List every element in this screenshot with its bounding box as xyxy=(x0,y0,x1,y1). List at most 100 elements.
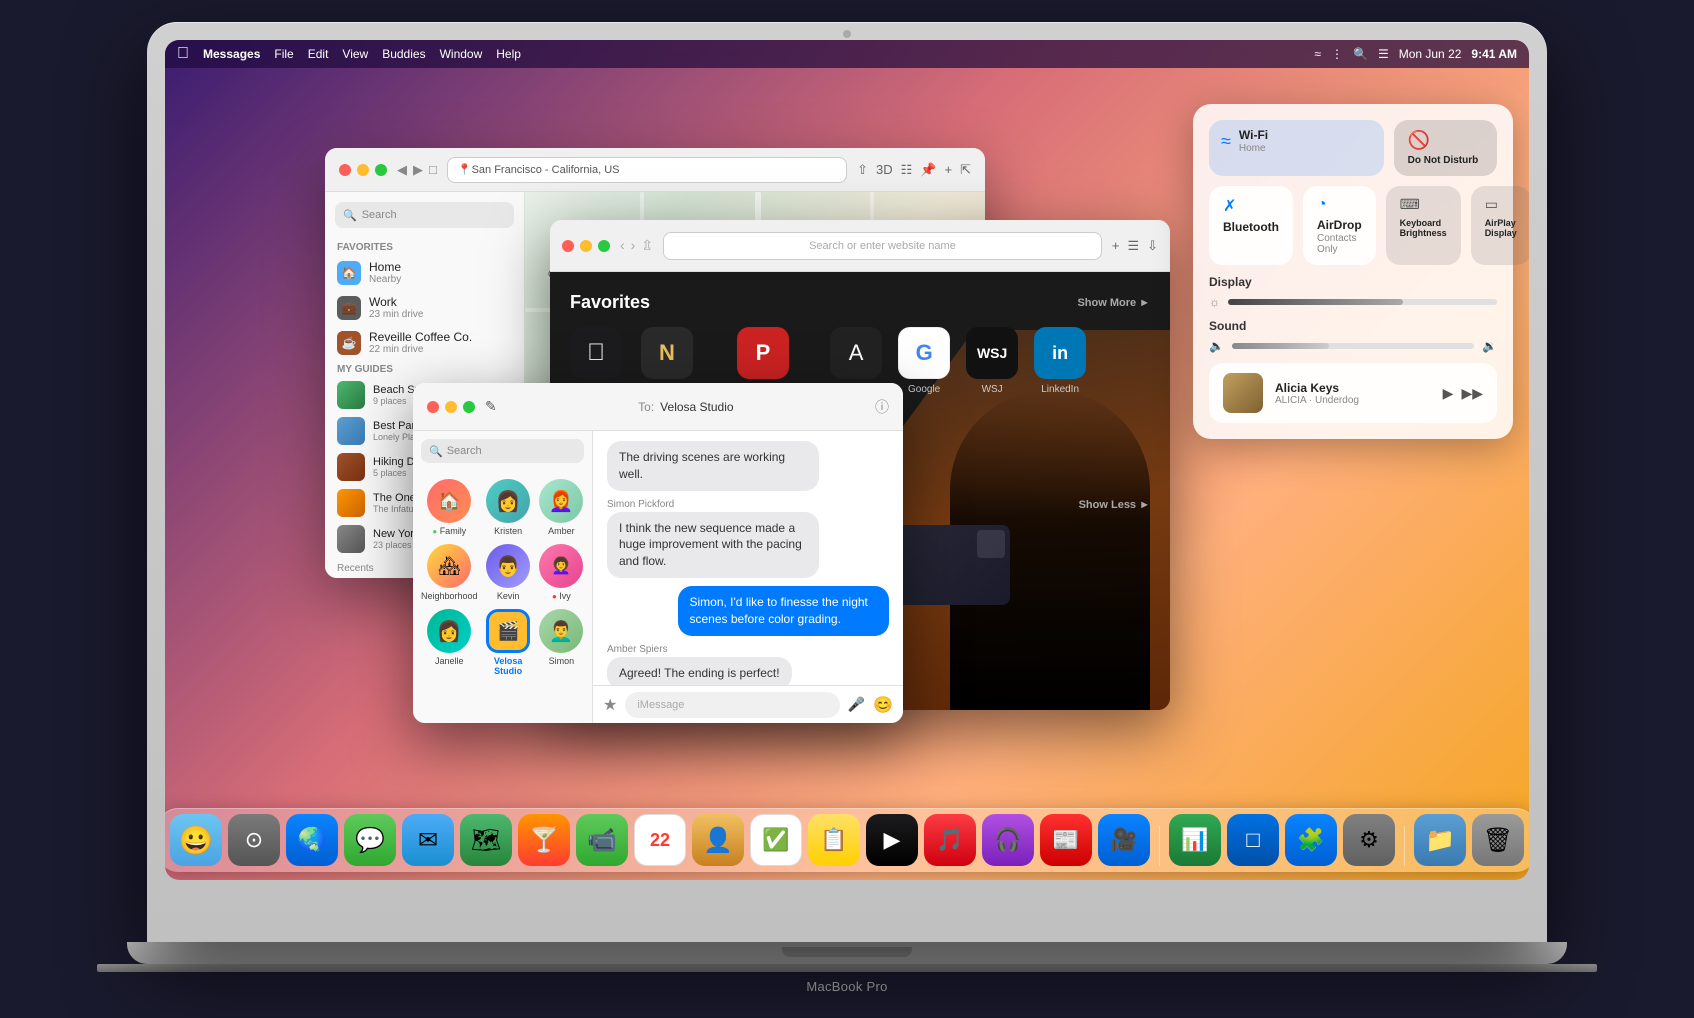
maximize-button[interactable] xyxy=(375,164,387,176)
fav-linkedin[interactable]: in LinkedIn xyxy=(1034,327,1086,395)
maps-add-icon[interactable]: + xyxy=(945,162,953,178)
menu-window[interactable]: Window xyxy=(440,47,483,61)
contact-kristen[interactable]: 👩 Kristen xyxy=(486,479,531,536)
cc-airplay-tile[interactable]: ▭ AirPlay Display xyxy=(1471,186,1529,265)
maps-home-name: Home xyxy=(369,260,401,274)
menu-file[interactable]: File xyxy=(274,47,293,61)
dock-messages[interactable]: 💬 xyxy=(344,814,396,866)
messages-minimize[interactable] xyxy=(445,401,457,413)
chat-audio-icon[interactable]: 🎤 xyxy=(848,696,865,713)
contact-ivy[interactable]: 👩‍🦱 ♥ ● Ivy xyxy=(539,544,584,601)
dock-clips[interactable]: 🎥 xyxy=(1098,814,1150,866)
messages-compose-icon[interactable]: ✎ xyxy=(485,398,497,415)
dock-appstore[interactable]: 🧩 xyxy=(1285,814,1337,866)
chat-emoji-icon[interactable]: 😊 xyxy=(873,695,893,715)
minimize-button[interactable] xyxy=(357,164,369,176)
dock-keynote[interactable]: □ xyxy=(1227,814,1279,866)
safari-show-more[interactable]: Show More ► xyxy=(1077,292,1150,313)
messages-search-bar[interactable]: 🔍 Search xyxy=(421,439,584,463)
cc-airdrop-tile[interactable]: ◔ AirDrop Contacts Only xyxy=(1303,186,1376,265)
contact-kevin[interactable]: 👨 Kevin xyxy=(486,544,531,601)
maps-search-input[interactable]: 🔍 Search xyxy=(335,202,514,228)
menu-view[interactable]: View xyxy=(342,47,368,61)
messages-maximize[interactable] xyxy=(463,401,475,413)
contact-velosa-selected[interactable]: 🎬 Velosa Studio xyxy=(486,609,531,676)
dock-podcasts[interactable]: 🎧 xyxy=(982,814,1034,866)
dock-launchpad[interactable]: ⊙ xyxy=(228,814,280,866)
safari-back-icon[interactable]: ‹ xyxy=(620,237,625,254)
dock-finder[interactable]: 😀 xyxy=(170,814,222,866)
messages-close[interactable] xyxy=(427,401,439,413)
now-playing-play-icon[interactable]: ▶ xyxy=(1443,385,1454,402)
menu-status-search[interactable]: 🔍 xyxy=(1353,47,1368,61)
safari-show-less[interactable]: Show Less ► xyxy=(1079,499,1150,515)
contact-amber[interactable]: 👩‍🦰 Amber xyxy=(539,479,584,536)
fav-wsj[interactable]: WSJ WSJ xyxy=(966,327,1018,395)
cc-keyboard-tile[interactable]: ⌨ Keyboard Brightness xyxy=(1386,186,1461,265)
control-center[interactable]: ≈ Wi-Fi Home 🚫 Do Not Disturb xyxy=(1193,104,1513,439)
maps-coffee-item[interactable]: ☕ Reveille Coffee Co. 22 min drive xyxy=(325,325,524,360)
dock-separator xyxy=(1159,826,1160,866)
close-button[interactable] xyxy=(339,164,351,176)
menu-status-controlcenter[interactable]: ☰ xyxy=(1378,47,1389,61)
cc-network-tile[interactable]: ≈ Wi-Fi Home xyxy=(1209,120,1384,176)
macbook-name-label: MacBook Pro xyxy=(806,979,887,994)
safari-new-tab-icon[interactable]: + xyxy=(1112,238,1120,254)
bluetooth-label: Bluetooth xyxy=(1223,220,1279,234)
sound-slider[interactable] xyxy=(1232,343,1474,349)
cc-dnd-tile[interactable]: 🚫 Do Not Disturb xyxy=(1394,120,1497,176)
apple-logo[interactable]:  xyxy=(177,45,189,63)
dock-safari[interactable]: 🌏 xyxy=(286,814,338,866)
dock-systemprefs[interactable]: ⚙ xyxy=(1343,814,1395,866)
safari-address-bar[interactable]: Search or enter website name xyxy=(663,232,1102,260)
contact-janelle[interactable]: 👩 Janelle xyxy=(421,609,478,676)
dock-notes[interactable]: 📋 xyxy=(808,814,860,866)
safari-sidebar-icon[interactable]: ☰ xyxy=(1127,238,1139,254)
maps-info-icon[interactable]: 3D xyxy=(876,162,893,178)
dock-reminders[interactable]: ✅ xyxy=(750,814,802,866)
menu-help[interactable]: Help xyxy=(496,47,521,61)
contact-simon[interactable]: 👨‍🦱 Simon xyxy=(539,609,584,676)
menu-buddies[interactable]: Buddies xyxy=(382,47,425,61)
cc-bluetooth-tile[interactable]: ✗ Bluetooth xyxy=(1209,186,1293,265)
dock-facetime[interactable]: 📹 xyxy=(576,814,628,866)
menu-edit[interactable]: Edit xyxy=(308,47,329,61)
messages-info-icon[interactable]: ⓘ xyxy=(875,397,889,417)
dock-trash[interactable]: 🗑 xyxy=(1472,814,1524,866)
display-slider[interactable] xyxy=(1228,299,1497,305)
maps-layers-icon[interactable]: ☷ xyxy=(901,162,913,178)
safari-close[interactable] xyxy=(562,240,574,252)
maps-fullscreen-icon[interactable]: ⇱ xyxy=(960,162,971,178)
maps-share-icon[interactable]: ⇧ xyxy=(857,162,868,178)
menu-status-wifi[interactable]: ≈ xyxy=(1314,47,1321,61)
dock-calendar[interactable]: 22 xyxy=(634,814,686,866)
maps-home-item[interactable]: 🏠 Home Nearby xyxy=(325,255,524,290)
dock-folder[interactable]: 📁 xyxy=(1414,814,1466,866)
chat-input-field[interactable]: iMessage xyxy=(625,692,839,718)
menu-messages[interactable]: Messages xyxy=(203,47,260,61)
contact-neighborhood[interactable]: 🏘 Neighborhood xyxy=(421,544,478,601)
safari-share-icon[interactable]: ⇫ xyxy=(641,237,653,254)
contact-family[interactable]: 🏠 ● Family xyxy=(421,479,478,536)
dock-maps[interactable]: 🗺 xyxy=(460,814,512,866)
dock-appletv[interactable]: ▶ xyxy=(866,814,918,866)
dock-contacts[interactable]: 👤 xyxy=(692,814,744,866)
fav-google[interactable]: G Google xyxy=(898,327,950,395)
chat-apps-icon[interactable]: ★ xyxy=(603,695,617,715)
safari-forward-icon[interactable]: › xyxy=(631,237,636,254)
messages-window[interactable]: ✎ To: Velosa Studio ⓘ 🔍 Search xyxy=(413,383,903,723)
menu-bar:  Messages File Edit View Buddies Window… xyxy=(165,40,1529,68)
safari-download-icon[interactable]: ⇩ xyxy=(1147,238,1158,254)
safari-maximize[interactable] xyxy=(598,240,610,252)
dock-mail[interactable]: ✉ xyxy=(402,814,454,866)
dock-music[interactable]: 🎵 xyxy=(924,814,976,866)
now-playing-next-icon[interactable]: ▶▶ xyxy=(1461,385,1483,402)
maps-directions-icon[interactable]: 📌 xyxy=(920,162,936,178)
dock-news[interactable]: 📰 xyxy=(1040,814,1092,866)
safari-minimize[interactable] xyxy=(580,240,592,252)
menu-status-bluetooth[interactable]: ⋮ xyxy=(1331,47,1343,61)
dock-numbers[interactable]: 📊 xyxy=(1169,814,1221,866)
dock-photos[interactable]: 🍸 xyxy=(518,814,570,866)
maps-work-item[interactable]: 💼 Work 23 min drive xyxy=(325,290,524,325)
cc-now-playing[interactable]: Alicia Keys ALICIA · Underdog ▶ ▶▶ xyxy=(1209,363,1497,423)
